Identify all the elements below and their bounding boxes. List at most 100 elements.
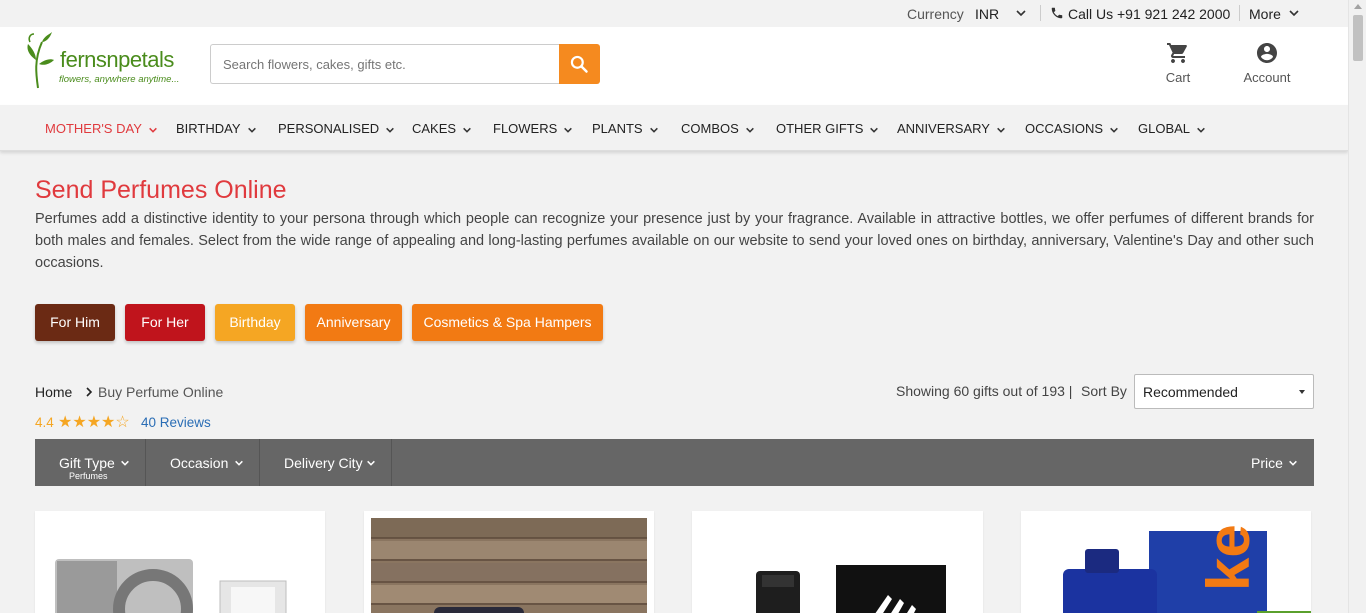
product-card[interactable] [35,511,325,613]
chevron-down-icon [564,127,573,133]
product-card[interactable]: ke [1021,511,1311,613]
nav-item-label: MOTHER'S DAY [45,121,142,136]
chevron-down-icon[interactable] [1288,7,1300,19]
nav-item-anniversary[interactable]: ANNIVERSARY [897,121,1006,136]
filter-delivery-city[interactable]: Delivery City [260,439,392,486]
nav-item-flowers[interactable]: FLOWERS [493,121,573,136]
filter-bar: Gift Type Perfumes Occasion Delivery Cit… [35,439,1314,486]
currency-select[interactable]: INR [975,6,999,22]
nav-item-global[interactable]: GLOBAL [1138,121,1206,136]
chevron-down-icon [1197,127,1205,133]
product-card[interactable] [364,511,654,613]
logo[interactable]: fernsnpetals flowers, anywhere anytime..… [22,30,192,90]
chevron-down-icon [997,127,1005,133]
more-menu[interactable]: More [1249,6,1281,22]
breadcrumb-home[interactable]: Home [35,384,72,400]
search-icon [570,55,588,73]
product-image [55,559,287,613]
nav-item-label: OCCASIONS [1025,121,1104,136]
nav-item-birthday[interactable]: BIRTHDAY [176,121,257,136]
site-header: fernsnpetals flowers, anywhere anytime..… [0,27,1348,105]
logo-leaf-icon [27,32,54,89]
caret-down-icon [1299,390,1305,394]
chevron-right-icon [86,387,93,397]
product-image [756,565,946,613]
main-nav: MOTHER'S DAY BIRTHDAY PERSONALISED CAKES… [0,105,1348,151]
nav-item-combos[interactable]: COMBOS [681,121,755,136]
scrollbar-thumb[interactable] [1353,15,1363,61]
sort-value: Recommended [1143,384,1238,400]
nav-item-label: PLANTS [592,121,643,136]
chevron-down-icon [649,127,658,133]
account-label: Account [1243,70,1291,85]
chevron-down-icon [235,460,243,466]
nav-item-label: BIRTHDAY [176,121,241,136]
cart-button[interactable]: Cart [1155,41,1201,85]
divider [1040,5,1041,21]
chevron-down-icon [247,127,256,133]
breadcrumb-current: Buy Perfume Online [98,384,224,400]
chevron-down-icon [121,460,129,466]
reviews-link[interactable]: 40 Reviews [141,415,211,430]
svg-text:ke: ke [1195,524,1262,591]
nav-item-label: CAKES [412,121,457,136]
currency-label: Currency [907,6,964,22]
cart-icon [1167,43,1187,63]
nav-item-cakes[interactable]: CAKES [412,121,472,136]
nav-item-label: OTHER GIFTS [776,121,864,136]
top-utility-bar: Currency INR Call Us +91 921 242 2000 Mo… [0,0,1348,27]
chevron-down-icon [870,127,879,133]
filter-gift-type[interactable]: Gift Type Perfumes [35,439,146,486]
page-title: Send Perfumes Online [35,176,287,204]
nav-item-other-gifts[interactable]: OTHER GIFTS [776,121,879,136]
chevron-down-icon[interactable] [1015,7,1027,19]
category-description: Perfumes add a distinctive identity to y… [35,211,1314,271]
product-card[interactable] [692,511,983,613]
star-rating-icon: ★★★★☆ [58,414,130,431]
product-image [371,518,647,613]
nav-item-plants[interactable]: PLANTS [592,121,659,136]
filter-occasion[interactable]: Occasion [146,439,260,486]
chevron-down-icon [386,127,395,133]
nav-item-label: COMBOS [681,121,739,136]
rating-value: 4.4 [35,415,54,430]
call-us-link[interactable]: Call Us +91 921 242 2000 [1068,6,1230,22]
filter-selected-value: Perfumes [69,471,108,481]
nav-item-personalised[interactable]: PERSONALISED [278,121,395,136]
nav-item-label: FLOWERS [493,121,558,136]
search-button[interactable] [559,44,600,84]
nav-item-occasions[interactable]: OCCASIONS [1025,121,1119,136]
account-icon [1257,43,1277,63]
product-image: ke [1063,524,1311,613]
logo-text: fernsnpetals [60,47,174,72]
filter-label: Delivery City [284,455,363,471]
chip-for-her[interactable]: For Her [125,304,205,341]
sort-select[interactable]: Recommended [1134,374,1314,409]
nav-item-mothers-day[interactable]: MOTHER'S DAY [45,121,158,136]
chevron-down-icon [1110,127,1118,133]
divider [1239,5,1240,21]
chip-birthday[interactable]: Birthday [215,304,295,341]
chevron-down-icon[interactable] [1288,458,1298,468]
chevron-down-icon [367,460,375,466]
scroll-up-arrow-icon[interactable] [1354,3,1362,9]
phone-icon [1051,7,1063,19]
chip-cosmetics-spa-hampers[interactable]: Cosmetics & Spa Hampers [412,304,603,341]
chip-anniversary[interactable]: Anniversary [305,304,402,341]
filter-label: Gift Type [59,455,115,471]
filter-label: Occasion [170,455,229,471]
sort-by-label: Sort By [1081,383,1127,399]
filter-price[interactable]: Price [1251,455,1283,471]
account-button[interactable]: Account [1237,41,1297,85]
page-scrollbar[interactable] [1348,0,1366,613]
chevron-down-icon [463,127,471,133]
results-count: Showing 60 gifts out of 193 | [896,383,1073,399]
cart-label: Cart [1165,70,1191,85]
nav-item-label: GLOBAL [1138,121,1191,136]
chevron-down-icon [745,127,754,133]
search-input[interactable] [210,44,559,84]
logo-tagline: flowers, anywhere anytime... [59,74,180,85]
chevron-down-icon [148,127,157,133]
chip-for-him[interactable]: For Him [35,304,115,341]
nav-item-label: PERSONALISED [278,121,380,136]
